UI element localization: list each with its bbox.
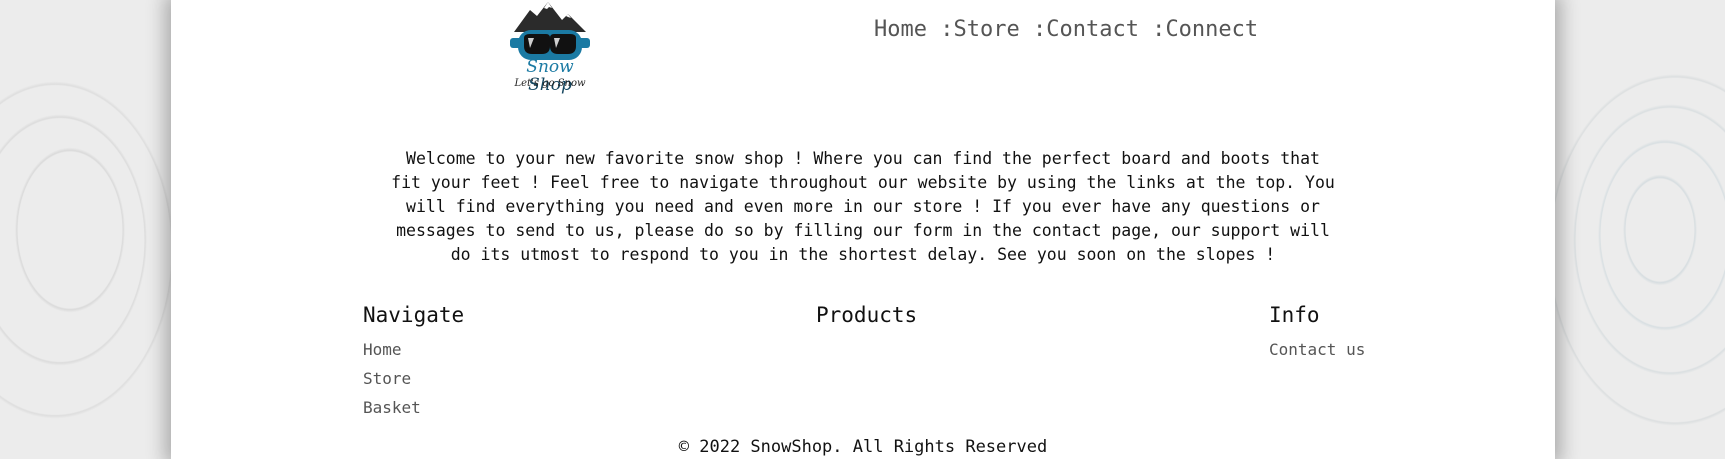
nav-connect-link[interactable]: Connect: [1165, 17, 1258, 42]
page-container: Snow Shop Let's go Snow Home :Store :Con…: [171, 0, 1555, 459]
footer-link-list: Contact us: [1269, 335, 1365, 364]
goggles-mountain-icon: [510, 2, 590, 60]
nav-home-link[interactable]: Home: [874, 17, 927, 42]
footer-link-basket[interactable]: Basket: [363, 398, 421, 417]
footer-column-title: Products: [816, 303, 918, 327]
footer-column-info: Info Contact us: [1269, 301, 1365, 364]
list-item: Store: [363, 364, 464, 393]
footer-link-store[interactable]: Store: [363, 369, 411, 388]
list-item: Basket: [363, 393, 464, 422]
footer-link-list: Home Store Basket: [363, 335, 464, 422]
copyright-footer: © 2022 SnowShop. All Rights Reserved: [678, 437, 1048, 457]
footer-column-title: Info: [1269, 303, 1320, 327]
top-navigation: Home :Store :Contact :Connect: [874, 16, 1258, 44]
nav-store-link[interactable]: Store: [953, 17, 1019, 42]
footer-link-contact-us[interactable]: Contact us: [1269, 340, 1365, 359]
footer-link-home[interactable]: Home: [363, 340, 402, 359]
list-item: Contact us: [1269, 335, 1365, 364]
logo-brand-first: Snow: [526, 57, 574, 77]
snowshop-logo[interactable]: Snow Shop Let's go Snow: [504, 2, 596, 94]
footer-column-products: Products: [816, 301, 917, 335]
list-item: Home: [363, 335, 464, 364]
footer-column-title: Navigate: [363, 303, 465, 327]
welcome-paragraph: Welcome to your new favorite snow shop !…: [391, 148, 1335, 264]
footer-column-navigate: Navigate Home Store Basket: [363, 301, 464, 422]
logo-tagline: Let's go Snow: [514, 78, 586, 89]
nav-contact-link[interactable]: Contact: [1046, 17, 1139, 42]
nav-separator: :: [1138, 17, 1166, 42]
nav-separator: :: [1019, 17, 1047, 42]
nav-separator: :: [926, 17, 954, 42]
